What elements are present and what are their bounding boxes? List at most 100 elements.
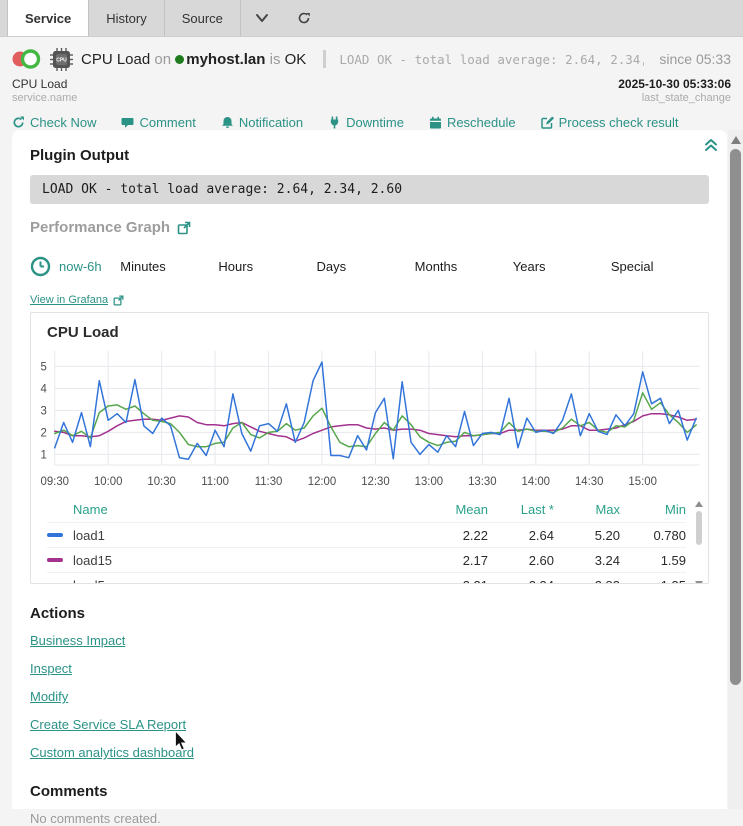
svg-text:12:30: 12:30 [361,476,389,488]
last-state-change-value: 2025-10-30 05:33:06 [618,77,731,91]
check-now-refresh-icon [12,116,25,129]
bell-icon [221,116,234,129]
legend-col-last[interactable]: Last * [488,502,554,517]
svg-text:10:00: 10:00 [94,476,122,488]
output-preview: LOAD OK - total load average: 2.64, 2.34… [339,52,644,67]
svg-text:3: 3 [40,405,46,417]
svg-text:09:30: 09:30 [41,476,69,488]
action-business-impact[interactable]: Business Impact [30,633,125,648]
since-text: since 05:33 [659,51,731,67]
last-state-change-key: last_state_change [618,92,731,104]
svg-text:11:00: 11:00 [201,476,229,488]
legend-row-load15[interactable]: load15 2.17 2.60 3.24 1.59 [47,547,686,572]
header-divider [323,50,326,68]
state-change-indicator [12,48,42,70]
legend-col-mean[interactable]: Mean [422,502,488,517]
tab-history[interactable]: History [89,0,164,36]
action-create-sla-report[interactable]: Create Service SLA Report [30,717,186,732]
state-change-block: 2025-10-30 05:33:06 last_state_change [618,77,731,104]
process-check-result-button[interactable]: Process check result [541,115,679,130]
chart-legend: Name Mean Last * Max Min load1 2.22 2.64… [31,497,708,584]
service-title: CPU Load on myhost.lan is OK [81,51,306,68]
check-now-button[interactable]: Check Now [12,115,96,130]
timerange-current[interactable]: now-6h [30,256,120,277]
legend-col-max[interactable]: Max [554,502,620,517]
comment-button[interactable]: Comment [121,115,195,130]
actions-heading: Actions [30,605,709,622]
edit-icon [541,116,554,129]
svg-text:13:30: 13:30 [468,476,496,488]
load5-swatch-icon [47,583,63,584]
timerange-tabs: now-6h Minutes Hours Days Months Years S… [30,256,709,277]
comments-heading: Comments [30,783,709,800]
service-header: CPU CPU Load on myhost.lan is OK LOAD OK… [0,37,743,139]
svg-text:CPU: CPU [56,57,67,63]
view-in-grafana-label: View in Grafana [30,294,108,306]
legend-header-row: Name Mean Last * Max Min [47,497,686,522]
legend-scrollbar[interactable] [694,501,704,584]
reschedule-button[interactable]: Reschedule [429,115,516,130]
legend-col-name[interactable]: Name [47,502,422,517]
tab-source-label: Source [182,11,223,26]
is-word: is [270,51,281,68]
collapse-section-button[interactable] [697,132,725,158]
calendar-icon [429,116,442,129]
scroll-up-icon[interactable] [731,136,741,144]
on-word: on [154,51,171,68]
tab-history-label: History [106,11,146,26]
legend-scroll-down-icon[interactable] [695,581,703,584]
action-modify[interactable]: Modify [30,689,68,704]
downtime-button[interactable]: Downtime [328,115,404,130]
svg-text:1: 1 [40,449,46,461]
legend-row-load5[interactable]: load5 2.21 2.34 3.82 1.35 [47,572,686,584]
legend-scroll-thumb[interactable] [696,511,702,545]
legend-col-min[interactable]: Min [620,502,686,517]
timerange-minutes[interactable]: Minutes [120,259,218,274]
tab-bar: Service History Source [0,0,743,37]
timerange-hours[interactable]: Hours [218,259,316,274]
action-custom-analytics-dashboard[interactable]: Custom analytics dashboard [30,745,194,760]
external-link-icon [113,295,124,306]
host-name[interactable]: myhost.lan [175,51,265,68]
svg-text:11:30: 11:30 [255,476,283,488]
svg-text:4: 4 [40,383,47,395]
double-chevron-up-icon [703,138,719,152]
svg-text:2: 2 [40,427,46,439]
window-scrollbar[interactable] [728,130,743,809]
clock-icon [30,256,51,277]
notification-button[interactable]: Notification [221,115,303,130]
load15-swatch-icon [47,558,63,562]
service-name-block: CPU Load service.name [12,77,77,104]
performance-graph-heading: Performance Graph [30,219,709,236]
timerange-days[interactable]: Days [317,259,415,274]
tab-service[interactable]: Service [7,0,89,36]
refresh-icon [297,11,311,25]
plug-icon [328,116,341,129]
detail-panel: Plugin Output LOAD OK - total load avera… [12,130,727,809]
svg-text:14:30: 14:30 [575,476,603,488]
comments-empty-text: No comments created. [30,811,709,826]
performance-graph-title: Performance Graph [30,219,170,236]
cpu-load-chart[interactable]: 09:3010:0010:3011:0011:3012:0012:3013:00… [31,345,708,497]
plugin-output-box: LOAD OK - total load average: 2.64, 2.34… [30,175,709,204]
timerange-current-label: now-6h [59,259,102,274]
svg-text:5: 5 [40,361,46,373]
timerange-special[interactable]: Special [611,259,709,274]
service-name-value: CPU Load [12,77,77,91]
view-in-grafana-link[interactable]: View in Grafana [30,294,124,306]
legend-scroll-up-icon[interactable] [695,501,703,507]
tab-refresh-button[interactable] [283,0,325,36]
tab-source[interactable]: Source [165,0,241,36]
timerange-months[interactable]: Months [415,259,513,274]
external-link-icon[interactable] [177,221,191,235]
timerange-years[interactable]: Years [513,259,611,274]
tab-menu-button[interactable] [241,0,283,36]
plugin-output-heading: Plugin Output [30,147,709,164]
scrollbar-thumb[interactable] [730,149,741,685]
legend-row-load1[interactable]: load1 2.22 2.64 5.20 0.780 [47,522,686,547]
action-inspect[interactable]: Inspect [30,661,72,676]
load1-swatch-icon [47,533,63,537]
grafana-panel: CPU Load 09:3010:0010:3011:0011:3012:001… [30,312,709,584]
host-state-dot-icon [175,55,184,64]
service-name-text: CPU Load [81,51,150,68]
